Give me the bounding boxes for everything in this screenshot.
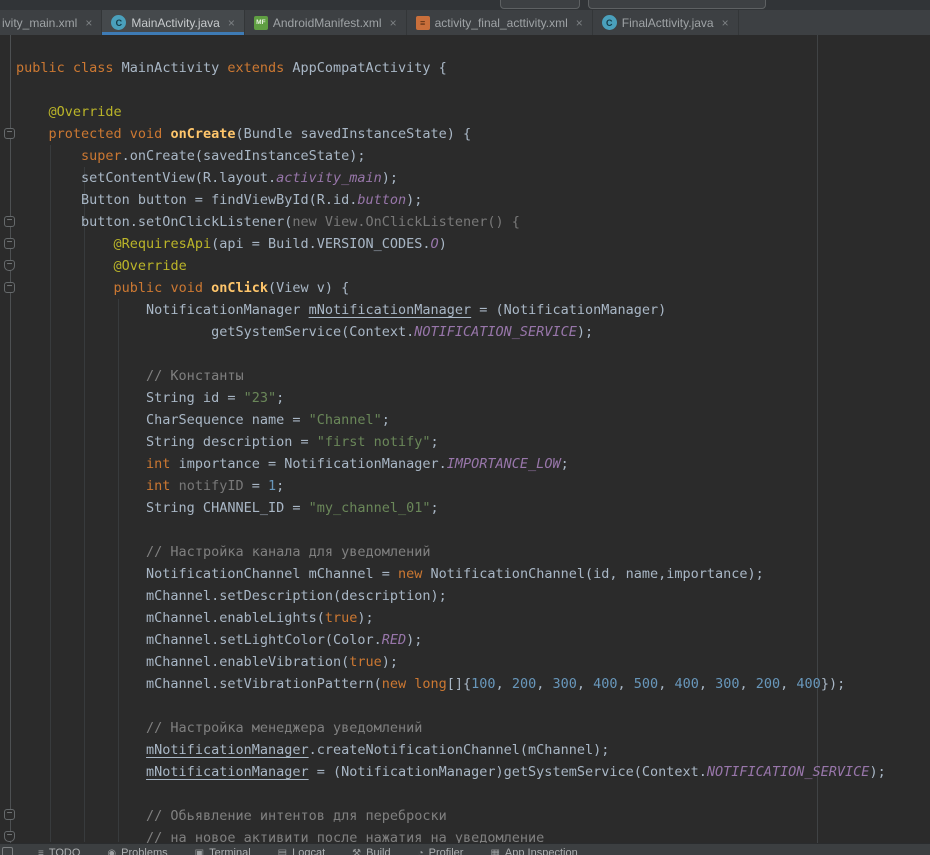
code-line: String CHANNEL_ID = "my_channel_01"; — [16, 497, 886, 519]
tab-androidmanifest-xml[interactable]: MF AndroidManifest.xml × — [245, 10, 407, 35]
code-line: Button button = findViewById(R.id.button… — [16, 189, 886, 211]
fold-marker-icon[interactable]: − — [4, 282, 15, 293]
code-line: String id = "23"; — [16, 387, 886, 409]
code-line: // Настройка канала для уведомлений — [16, 541, 886, 563]
tool-window-label: Problems — [121, 847, 167, 855]
android-studio-window: ivity_main.xml × C MainActivity.java × MF Andr… — [0, 0, 930, 855]
code-line: mNotificationManager.createNotificationC… — [16, 739, 886, 761]
code-line — [16, 79, 886, 101]
code-editor[interactable]: − − − − − − − public class MainActivity extend… — [0, 35, 930, 843]
tab-label: AndroidManifest.xml — [273, 16, 382, 30]
tool-window-button-terminal[interactable]: ▣ Terminal — [195, 847, 251, 855]
manifest-icon: MF — [254, 16, 268, 30]
code-line — [16, 783, 886, 805]
tab-label: ivity_main.xml — [2, 16, 77, 30]
tool-window-button-problems[interactable]: ◉ Problems — [107, 847, 167, 855]
editor-tabs: ivity_main.xml × C MainActivity.java × MF Andr… — [0, 10, 930, 35]
code-line: mChannel.enableLights(true); — [16, 607, 886, 629]
fold-marker-icon[interactable]: − — [4, 809, 15, 820]
run-config-widget[interactable] — [500, 0, 580, 9]
tab-finalacttivity-java[interactable]: C FinalActtivity.java × — [593, 10, 739, 35]
tool-window-button-todo[interactable]: ≡ TODO — [38, 847, 80, 855]
code-line — [16, 695, 886, 717]
run-actions-widget[interactable] — [588, 0, 766, 9]
code-line: // Настройка менеджера уведомлений — [16, 717, 886, 739]
tool-window-label: App Inspection — [505, 847, 578, 855]
code-line: protected void onCreate(Bundle savedInst… — [16, 123, 886, 145]
fold-marker-icon[interactable]: − — [4, 260, 15, 271]
toolbar-strip — [0, 0, 930, 10]
code-line: getSystemService(Context.NOTIFICATION_SE… — [16, 321, 886, 343]
tab-close-icon[interactable]: × — [85, 16, 92, 30]
java-class-icon: C — [602, 15, 617, 30]
tab-close-icon[interactable]: × — [722, 16, 729, 30]
code-line: // Константы — [16, 365, 886, 387]
tool-window-label: TODO — [49, 847, 81, 855]
tab-close-icon[interactable]: × — [576, 16, 583, 30]
code-line: mChannel.setLightColor(Color.RED); — [16, 629, 886, 651]
code-line: public class MainActivity extends AppCom… — [16, 57, 886, 79]
tab-ivity-main-xml[interactable]: ivity_main.xml × — [0, 10, 102, 35]
code-line: button.setOnClickListener(new View.OnCli… — [16, 211, 886, 233]
tool-window-label: Logcat — [292, 847, 325, 855]
tab-close-icon[interactable]: × — [390, 16, 397, 30]
tool-window-bar: ≡ TODO ◉ Problems ▣ Terminal ▤ Logcat ⚒ Build ◔ Pro… — [0, 843, 930, 855]
tool-window-button-build[interactable]: ⚒ Build — [352, 847, 390, 855]
code-line: @RequiresApi(api = Build.VERSION_CODES.O… — [16, 233, 886, 255]
logcat-icon: ▤ — [278, 847, 287, 855]
code-line: mChannel.setVibrationPattern(new long[]{… — [16, 673, 886, 695]
fold-marker-icon[interactable]: − — [4, 831, 15, 842]
tool-window-button-profiler[interactable]: ◔ Profiler — [418, 847, 464, 855]
window-corner-icon[interactable] — [2, 847, 13, 855]
code-line: int importance = NotificationManager.IMP… — [16, 453, 886, 475]
code-line: int notifyID = 1; — [16, 475, 886, 497]
tool-window-button-app-inspection[interactable]: ▦ App Inspection — [490, 847, 577, 855]
todo-icon: ≡ — [38, 847, 44, 855]
code-line: // на новое активити после нажатия на ув… — [16, 827, 886, 843]
fold-marker-icon[interactable]: − — [4, 128, 15, 139]
tab-activity-final-acttivity-xml[interactable]: ≡ activity_final_acttivity.xml × — [407, 10, 593, 35]
tab-label: FinalActtivity.java — [622, 16, 714, 30]
tab-label: MainActivity.java — [131, 16, 219, 30]
code-line — [16, 343, 886, 365]
code-line: super.onCreate(savedInstanceState); — [16, 145, 886, 167]
tool-window-label: Build — [366, 847, 390, 855]
tab-mainactivity-java[interactable]: C MainActivity.java × — [102, 10, 245, 35]
fold-marker-icon[interactable]: − — [4, 216, 15, 227]
code-line: @Override — [16, 101, 886, 123]
profiler-icon: ◔ — [418, 847, 424, 855]
code-line: NotificationManager mNotificationManager… — [16, 299, 886, 321]
fold-marker-icon[interactable]: − — [4, 238, 15, 249]
build-icon: ⚒ — [352, 847, 361, 855]
code-line: public void onClick(View v) { — [16, 277, 886, 299]
code-line: // Обьявление интентов для переброски — [16, 805, 886, 827]
code-line: CharSequence name = "Channel"; — [16, 409, 886, 431]
code-line: mNotificationManager = (NotificationMana… — [16, 761, 886, 783]
code-line: setContentView(R.layout.activity_main); — [16, 167, 886, 189]
problems-icon: ◉ — [107, 847, 116, 855]
tab-close-icon[interactable]: × — [228, 16, 235, 30]
tool-window-button-logcat[interactable]: ▤ Logcat — [278, 847, 325, 855]
app-inspection-icon: ▦ — [490, 847, 499, 855]
code-line: @Override — [16, 255, 886, 277]
code-line — [16, 519, 886, 541]
terminal-icon: ▣ — [195, 847, 204, 855]
code-line: mChannel.setDescription(description); — [16, 585, 886, 607]
code-text[interactable]: public class MainActivity extends AppCom… — [0, 35, 886, 843]
code-line: NotificationChannel mChannel = new Notif… — [16, 563, 886, 585]
tool-window-label: Terminal — [209, 847, 251, 855]
java-class-icon: C — [111, 15, 126, 30]
code-line: mChannel.enableVibration(true); — [16, 651, 886, 673]
tool-window-label: Profiler — [429, 847, 464, 855]
tab-label: activity_final_acttivity.xml — [435, 16, 568, 30]
layout-xml-icon: ≡ — [416, 16, 430, 30]
code-line: String description = "first notify"; — [16, 431, 886, 453]
